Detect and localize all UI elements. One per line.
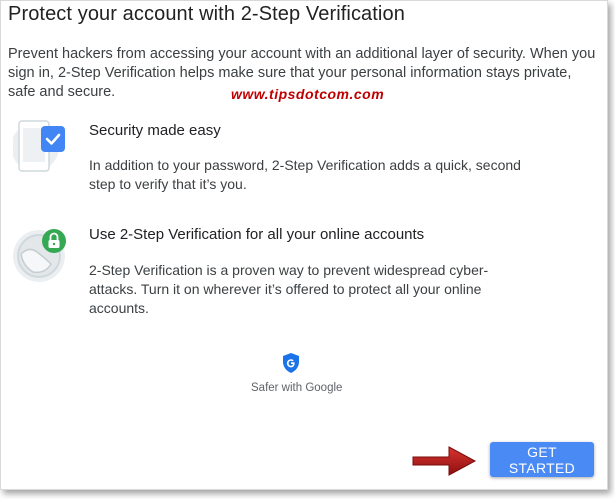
feature-desc-security: In addition to your password, 2-Step Ver… [89,157,521,192]
feature-title-security: Security made easy [89,122,221,139]
globe-lock-icon [11,224,71,289]
arrow-right-icon [411,444,477,483]
safer-with-google: Safer with Google [251,353,343,394]
verification-panel: Protect your account with 2-Step Verific… [0,0,608,490]
watermark-text: www.tipsdotcom.com [231,86,385,102]
page-title: Protect your account with 2-Step Verific… [8,3,405,25]
phone-check-icon [11,117,69,182]
google-shield-icon [283,353,299,377]
get-started-button[interactable]: GET STARTED [490,442,594,477]
feature-title-all-accounts: Use 2-Step Verification for all your onl… [89,226,425,243]
feature-desc-all-accounts: 2-Step Verification is a proven way to p… [89,262,489,316]
safer-with-google-text: Safer with Google [251,382,343,394]
